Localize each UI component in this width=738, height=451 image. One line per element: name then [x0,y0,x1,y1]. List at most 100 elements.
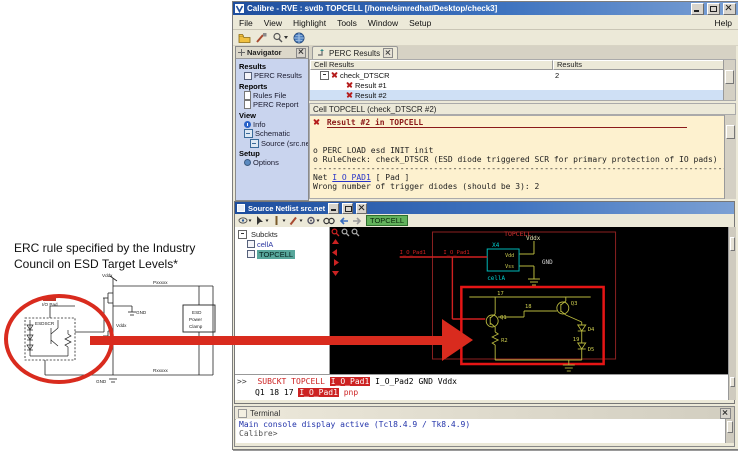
menu-view[interactable]: View [264,18,282,28]
navigator-header[interactable]: Navigator [236,47,308,59]
sidebar-item-label: Info [253,119,266,129]
back-arrow-icon[interactable] [338,216,349,226]
sidebar-item-label: PERC Results [254,71,302,81]
netlist-restore-button[interactable] [342,202,354,214]
result-label: Result #2 [355,90,387,100]
sidebar-item-schematic[interactable]: Schematic [236,129,308,139]
tree-item-cella[interactable]: cellA [235,239,329,249]
source-icon [250,138,259,148]
gnd-label: GND [542,259,553,266]
subckt-keyword: SUBCKT TOPCELL [257,377,325,386]
tab-perc-results[interactable]: PERC Results [312,46,399,59]
pan-left-icon[interactable] [331,248,340,257]
main-titlebar[interactable]: Calibre - RVE : svdb TOPCELL [/home/simr… [233,2,738,15]
sidebar-item-rules-file[interactable]: Rules File [236,90,308,101]
subckt-icon [247,250,255,258]
close-button[interactable] [723,2,736,15]
source-netlist-window: Source Netlist src.net TOPCELL Subckts c… [234,201,736,404]
pad-net-label[interactable]: I_O_Pad1 [400,250,426,256]
forward-arrow-icon[interactable] [352,216,363,226]
highlight-arrow [90,319,473,361]
pad-net-label[interactable]: I_O_Pad1 [443,250,469,256]
pan-right-icon[interactable] [331,258,340,267]
zoom-select-icon[interactable] [331,228,340,237]
tree-root-subckts[interactable]: Subckts [235,229,329,239]
detail-scrollbar[interactable] [724,115,736,199]
navigator-close-icon[interactable] [296,47,306,58]
tree-item-label: cellA [257,239,274,249]
navigator-panel: Navigator Results PERC Results Reports R… [235,46,309,201]
netlist-text-pane[interactable]: >> SUBCKT TOPCELL I_O_Pad1 I_O_Pad2 GND … [235,374,728,400]
menu-window[interactable]: Window [368,18,398,28]
highlighted-net-token[interactable]: I_O_Pad1 [329,377,371,386]
select-pointer-icon[interactable] [255,215,269,226]
device-d5-label: D5 [588,347,595,353]
netlist-minimize-button[interactable] [328,202,340,214]
table-row-check-dtscr[interactable]: check_DTSCR 2 [310,70,735,80]
pan-up-icon[interactable] [331,238,340,247]
settings-gear-icon[interactable] [306,215,320,226]
tree-item-topcell[interactable]: TOPCELL [235,249,329,259]
highlighted-net-token[interactable]: I_O_Pad1 [298,388,339,397]
sidebar-item-options[interactable]: Options [236,158,308,168]
menu-help[interactable]: Help [715,18,732,28]
terminal-close-icon[interactable] [720,407,731,419]
app-icon [235,4,244,13]
menu-setup[interactable]: Setup [409,18,431,28]
textpane-scrollbar[interactable] [728,374,736,400]
column-cell-results[interactable]: Cell Results [310,60,553,70]
table-scrollbar[interactable] [723,60,735,100]
probe-icon[interactable] [272,215,286,226]
menu-file[interactable]: File [239,18,253,28]
net-prefix: Net [313,173,328,182]
maximize-button[interactable] [707,2,720,15]
canvas-scrollbar[interactable] [728,227,736,374]
vddx-label: Vddx [526,235,541,242]
open-folder-icon[interactable] [238,32,251,44]
terminal-icon [238,408,247,418]
sidebar-item-info[interactable]: Info [236,120,308,130]
perc-report-icon [244,100,251,110]
minimize-button[interactable] [691,2,704,15]
netlist-close-button[interactable] [356,202,368,214]
result-count: 2 [555,71,560,80]
pan-down-icon[interactable] [331,268,340,277]
detail-header-label: Cell TOPCELL (check_DTSCR #2) [313,104,437,114]
column-results[interactable]: Results [553,60,735,70]
cella-instance-box[interactable] [486,248,520,272]
terminal-scrollbar[interactable] [725,419,734,443]
collapse-expander-icon[interactable] [320,70,329,80]
menu-tools[interactable]: Tools [337,18,357,28]
subckt-icon [247,240,255,248]
sidebar-item-perc-report[interactable]: PERC Report [236,100,308,110]
current-cell-box[interactable]: TOPCELL [366,215,409,226]
net-link[interactable]: I_O_PAD1 [332,173,371,182]
table-row-result-1[interactable]: Result #1 [310,80,735,90]
ann-label-rnet: Rxxxxx [153,368,169,373]
ann-label-gnd-bottom: GND [96,379,107,384]
table-row-result-2[interactable]: Result #2 [310,90,735,100]
find-icon[interactable] [272,32,289,44]
sidebar-item-label: PERC Report [253,100,299,110]
view-eye-icon[interactable] [238,215,252,226]
result-link[interactable]: Result #2 in TOPCELL [326,118,687,128]
netlist-line-2: Q1 18 17 I_O_Pad1 pnp [237,387,726,398]
zoom-out-icon[interactable] [351,228,360,237]
navigator-title: Navigator [247,48,282,57]
tab-close-icon[interactable] [383,48,394,58]
perc-results-icon [244,71,252,80]
collapse-expander-icon[interactable] [238,229,247,239]
menu-highlight[interactable]: Highlight [293,18,326,28]
highlight-brush-icon[interactable] [255,32,268,44]
sidebar-item-perc-results[interactable]: PERC Results [236,71,308,81]
sidebar-item-source[interactable]: Source (src.net) [236,138,308,149]
zoom-in-icon[interactable] [341,228,350,237]
terminal-line: Main console display active (Tcl8.4.9 / … [239,420,471,429]
model-name: pnp [343,388,359,397]
globe-icon[interactable] [293,32,305,44]
terminal-output[interactable]: Main console display active (Tcl8.4.9 / … [236,419,726,443]
highlight-brush-icon[interactable] [289,215,303,226]
terminal-line: Calibre> [239,429,278,438]
netlist-titlebar[interactable]: Source Netlist src.net [235,202,734,214]
search-binoculars-icon[interactable] [323,215,335,226]
